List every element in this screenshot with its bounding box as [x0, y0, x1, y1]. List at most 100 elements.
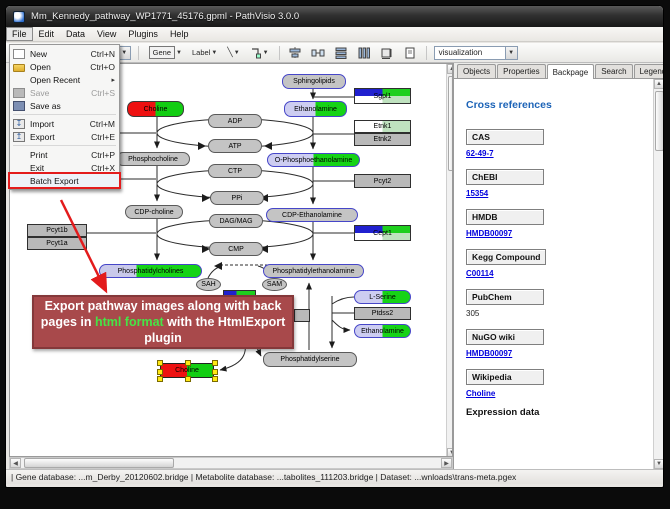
node-cdp-ethanolamine[interactable]: CDP-Ethanolamine	[266, 208, 358, 222]
node-etnk2[interactable]: Etnk2	[354, 133, 411, 146]
node-l-serine[interactable]: L-Serine	[354, 290, 411, 304]
selection-handle[interactable]	[185, 376, 191, 382]
selection-handle[interactable]	[185, 360, 191, 366]
chevron-down-icon[interactable]: ▼	[263, 50, 269, 56]
xref-link[interactable]: 15354	[466, 189, 488, 198]
menu-item-import[interactable]: ↧ImportCtrl+M	[10, 117, 119, 130]
xref-link[interactable]: HMDB00097	[466, 349, 512, 358]
menu-item-open[interactable]: OpenCtrl+O	[10, 60, 119, 73]
canvas-horizontal-scrollbar[interactable]: ◀ ▶	[9, 457, 453, 469]
node-phosphatidylethanolamine[interactable]: Phosphatidylethanolamine	[263, 264, 364, 278]
node-label: Etnk2	[374, 136, 392, 143]
menu-item-export[interactable]: ↥ExportCtrl+E	[10, 130, 119, 143]
menu-item-save-as[interactable]: Save as	[10, 99, 119, 112]
node-ppi[interactable]: PPi	[210, 191, 264, 205]
selection-handle[interactable]	[212, 376, 218, 382]
menu-data[interactable]: Data	[60, 27, 91, 41]
xref-link[interactable]: C00114	[466, 269, 494, 278]
common-size-icon[interactable]	[379, 45, 396, 61]
node-sam[interactable]: SAM	[262, 278, 287, 291]
node-label: Phosphatidylethanolamine	[272, 268, 354, 275]
chevron-down-icon[interactable]: ▼	[176, 50, 182, 56]
tab-properties[interactable]: Properties	[497, 64, 545, 78]
stack-vertical-icon[interactable]	[333, 45, 350, 61]
menu-item-open-recent[interactable]: Open Recent▸	[10, 73, 119, 86]
connector-tool-button[interactable]: ▼	[247, 45, 272, 61]
chevron-down-icon[interactable]: ▼	[211, 50, 217, 56]
node-ethanolamine-top[interactable]: Ethanolamine	[284, 101, 347, 117]
node-atp[interactable]: ATP	[208, 139, 262, 153]
xref-link[interactable]: Choline	[466, 389, 495, 398]
node-etnk1[interactable]: Etnk1	[354, 120, 411, 133]
label-tool-button[interactable]: Label ▼	[189, 46, 220, 59]
node-o-phosphoethanolamine[interactable]: O-Phosphoethanolamine	[267, 153, 360, 167]
menu-item-exit[interactable]: ExitCtrl+X	[10, 161, 119, 174]
menu-item-new[interactable]: NewCtrl+N	[10, 47, 119, 60]
scrollbar-thumb[interactable]	[24, 458, 174, 468]
node-cept1[interactable]: Cept1	[354, 225, 411, 241]
datanode-template-button[interactable]: Gene ▼	[146, 44, 185, 61]
node-ctp[interactable]: CTP	[208, 164, 262, 178]
node-cdp-choline[interactable]: CDP-choline	[125, 205, 183, 219]
node-cmp[interactable]: CMP	[209, 242, 263, 256]
chevron-down-icon[interactable]: ▼	[505, 47, 517, 59]
menu-item-save[interactable]: SaveCtrl+S	[10, 86, 119, 99]
menu-item-label: Import	[30, 119, 82, 129]
scroll-up-icon[interactable]: ▲	[654, 79, 664, 89]
menu-help[interactable]: Help	[164, 27, 195, 41]
node-ethanolamine-lower[interactable]: Ethanolamine	[354, 324, 411, 338]
node-sgpl1[interactable]: Sgpl1	[354, 88, 411, 104]
node-phosphatidylserine[interactable]: Phosphatidylserine	[263, 352, 357, 367]
tab-backpage[interactable]: Backpage	[547, 64, 595, 79]
scroll-right-icon[interactable]: ▶	[441, 458, 452, 468]
menu-item-shortcut: Ctrl+P	[91, 150, 115, 160]
menu-file[interactable]: File	[6, 27, 33, 41]
menu-plugins[interactable]: Plugins	[122, 27, 164, 41]
node-phosphocholine[interactable]: Phosphocholine	[116, 152, 190, 166]
title-bar[interactable]: Mm_Kennedy_pathway_WP1771_45176.gpml - P…	[6, 6, 663, 27]
sidebar-scrollbar[interactable]: ▲ ▼	[653, 79, 664, 469]
distribute-icon[interactable]	[310, 45, 327, 61]
tab-search[interactable]: Search	[595, 64, 632, 78]
node-choline-selected[interactable]: Choline	[160, 363, 214, 378]
tab-legend[interactable]: Legend	[634, 64, 664, 78]
menu-item-print[interactable]: PrintCtrl+P	[10, 148, 119, 161]
menu-edit[interactable]: Edit	[33, 27, 61, 41]
xref-title: NuGO wiki	[466, 329, 544, 345]
node-phosphatidylcholines[interactable]: Phosphatidylcholines	[99, 264, 202, 278]
scroll-down-icon[interactable]: ▼	[654, 459, 664, 469]
open-folder-icon	[13, 64, 25, 72]
line-tool-button[interactable]: ╲ ▼	[224, 45, 242, 60]
menu-view[interactable]: View	[91, 27, 122, 41]
selection-handle[interactable]	[157, 360, 163, 366]
node-sphingolipids[interactable]: Sphingolipids	[282, 74, 346, 89]
node-pcyt1a[interactable]: Pcyt1a	[27, 237, 87, 250]
node-pcyt1b[interactable]: Pcyt1b	[27, 224, 87, 237]
selection-handle[interactable]	[157, 376, 163, 382]
node-chpt[interactable]	[294, 309, 310, 322]
selection-handle[interactable]	[157, 369, 163, 375]
visualization-combobox[interactable]: visualization ▼	[434, 46, 518, 60]
stack-horizontal-icon[interactable]	[356, 45, 373, 61]
export-image-icon[interactable]	[402, 45, 419, 61]
selection-handle[interactable]	[212, 369, 218, 375]
menu-separator	[13, 114, 116, 115]
xref-section-kegg-compound: Kegg CompoundC00114	[466, 247, 653, 278]
menu-item-batch-export[interactable]: Batch Export	[10, 174, 119, 187]
node-adp[interactable]: ADP	[208, 114, 262, 128]
chevron-down-icon[interactable]: ▼	[234, 50, 240, 56]
xref-link[interactable]: 62-49-7	[466, 149, 494, 158]
node-ptdss2[interactable]: Ptdss2	[354, 307, 411, 320]
tab-objects[interactable]: Objects	[457, 64, 496, 78]
node-pcyt2[interactable]: Pcyt2	[354, 174, 411, 188]
align-center-icon[interactable]	[287, 45, 304, 61]
selection-handle[interactable]	[212, 360, 218, 366]
scroll-left-icon[interactable]: ◀	[10, 458, 21, 468]
menu-item-label: Open Recent	[30, 75, 103, 85]
node-dag-mag[interactable]: DAG/MAG	[209, 214, 263, 228]
node-sah[interactable]: SAH	[196, 278, 221, 291]
node-choline-top[interactable]: Choline	[127, 101, 184, 117]
xref-link[interactable]: HMDB00097	[466, 229, 512, 238]
scrollbar-thumb[interactable]	[655, 91, 664, 151]
canvas-vertical-scrollbar[interactable]: ▲ ▼	[446, 64, 453, 457]
